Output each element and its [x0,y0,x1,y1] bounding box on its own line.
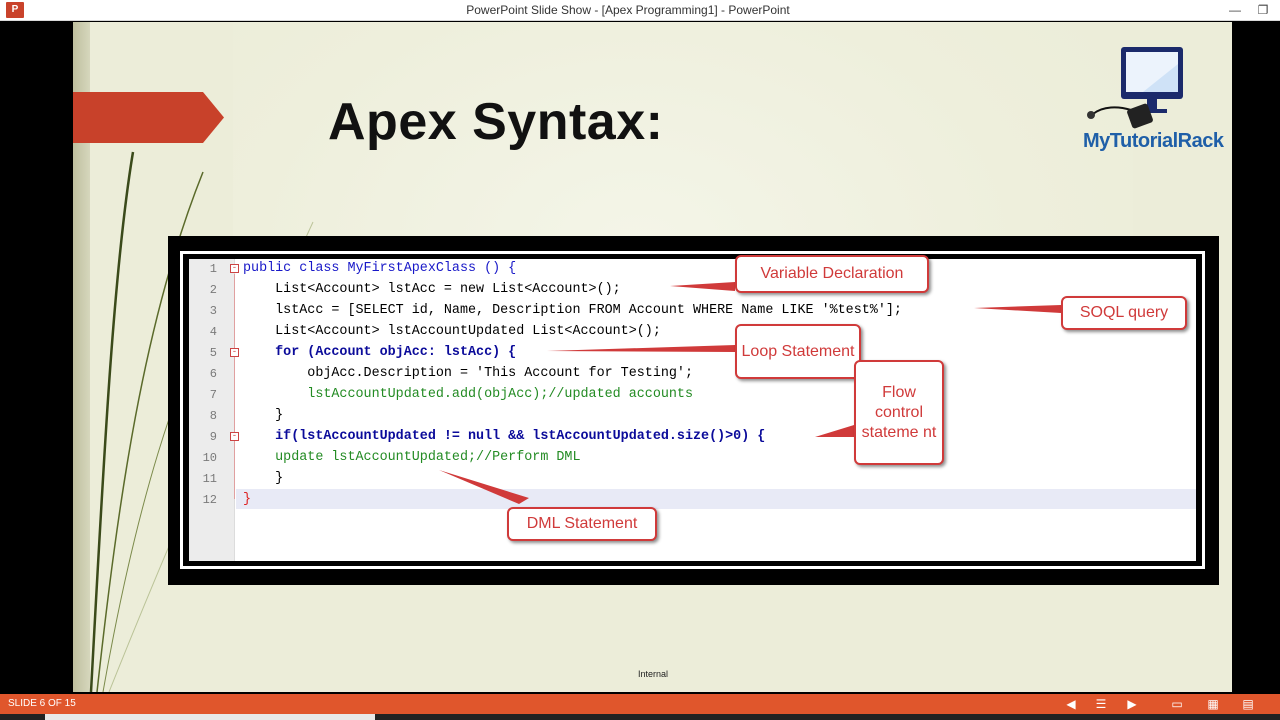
code-text: } [243,492,252,507]
line-number: 7 [209,388,217,402]
slide-title: Apex Syntax: [328,93,664,151]
code-line-7: lstAccountUpdated.add(objAcc);//updated … [243,387,693,402]
code-line-10: update lstAccountUpdated;//Perform DML [243,450,581,465]
code-text: for (Account objAcc: lstAcc) { [243,345,517,360]
line-number: 2 [209,283,217,297]
callout-loop-statement: Loop Statement [735,324,861,379]
line-number: 11 [202,472,217,486]
footer-classification-label: Internal [637,669,669,679]
previous-slide-icon[interactable]: ◀ [1063,696,1079,712]
line-number: 5 [209,346,217,360]
fold-guide-line [234,274,235,499]
code-text: } [243,408,284,423]
code-text: } [243,471,284,486]
line-number: 10 [202,451,217,465]
code-line-1: public class MyFirstApexClass () { [243,261,516,276]
reading-view-icon[interactable]: ▤ [1240,696,1256,712]
line-number: 8 [209,409,217,423]
line-number: 6 [209,367,217,381]
title-banner-arrow [73,92,224,143]
window-title: PowerPoint Slide Show - [Apex Programmin… [466,3,790,17]
normal-view-icon[interactable]: ▭ [1169,696,1185,712]
callout-soql-query: SOQL query [1061,296,1187,330]
code-line-12: } [243,492,251,507]
code-text: List<Account> lstAccountUpdated List<Acc… [243,324,661,339]
line-number: 3 [209,304,217,318]
line-number: 9 [209,430,217,444]
code-line-6: objAcc.Description = 'This Account for T… [243,366,693,381]
code-screenshot-frame: 1 2 3 4 5 6 7 8 9 10 11 12 - - - public … [168,236,1219,585]
slide-sorter-icon[interactable]: ▦ [1205,696,1221,712]
next-slide-icon[interactable]: ▶ [1124,696,1140,712]
code-line-3: lstAcc = [SELECT id, Name, Description F… [243,303,902,318]
callout-variable-declaration: Variable Declaration [735,255,929,293]
code-editor-panel: 1 2 3 4 5 6 7 8 9 10 11 12 - - - public … [189,255,1196,561]
restore-button[interactable]: ❐ [1250,0,1276,21]
code-text: List<Account> lstAcc = new List<Account>… [243,282,621,297]
code-text: update lstAccountUpdated;//Perform DML [243,450,581,465]
window-title-bar: P PowerPoint Slide Show - [Apex Programm… [0,0,1280,21]
fold-toggle-icon[interactable]: - [230,432,239,441]
code-line-11: } [243,471,283,486]
fold-toggle-icon[interactable]: - [230,264,239,273]
callout-flow-control: Flow control stateme nt [854,360,944,465]
code-text: lstAccountUpdated.add(objAcc);//updated … [243,387,693,402]
logo-text: MyTutorialRack [1083,130,1224,152]
slide-counter[interactable]: SLIDE 6 OF 15 [8,698,76,709]
code-text: if(lstAccountUpdated != null && lstAccou… [243,429,766,444]
code-text: objAcc.Description = 'This Account for T… [243,366,693,381]
minimize-button[interactable]: — [1222,0,1248,21]
line-number: 12 [202,493,217,507]
fold-toggle-icon[interactable]: - [230,348,239,357]
callout-dml-statement: DML Statement [507,507,657,541]
current-line-highlight [236,489,1196,509]
notes-icon[interactable]: ☰ [1093,696,1109,712]
code-text: lstAcc = [SELECT id, Name, Description F… [243,303,902,318]
slideshow-status-bar: SLIDE 6 OF 15 ◀ ☰ ▶ ▭ ▦ ▤ [0,694,1280,714]
line-number: 4 [209,325,217,339]
code-line-9: if(lstAccountUpdated != null && lstAccou… [243,429,765,444]
line-number: 1 [209,262,217,276]
code-line-4: List<Account> lstAccountUpdated List<Acc… [243,324,661,339]
code-border: 1 2 3 4 5 6 7 8 9 10 11 12 - - - public … [180,251,1205,569]
computer-monitor-icon [1087,47,1183,129]
mytutorialrack-logo: MyTutorialRack [1083,44,1224,159]
code-line-8: } [243,408,283,423]
code-line-2: List<Account> lstAcc = new List<Account>… [243,282,621,297]
slide-canvas[interactable]: Apex Syntax: MyTutorialRack 1 2 3 4 5 6 … [73,22,1232,692]
bottom-taskbar-strip [0,714,1280,720]
bottom-progress-segment [45,714,375,720]
code-text: public class MyFirstApexClass () { [243,261,517,276]
code-line-5: for (Account objAcc: lstAcc) { [243,345,516,360]
